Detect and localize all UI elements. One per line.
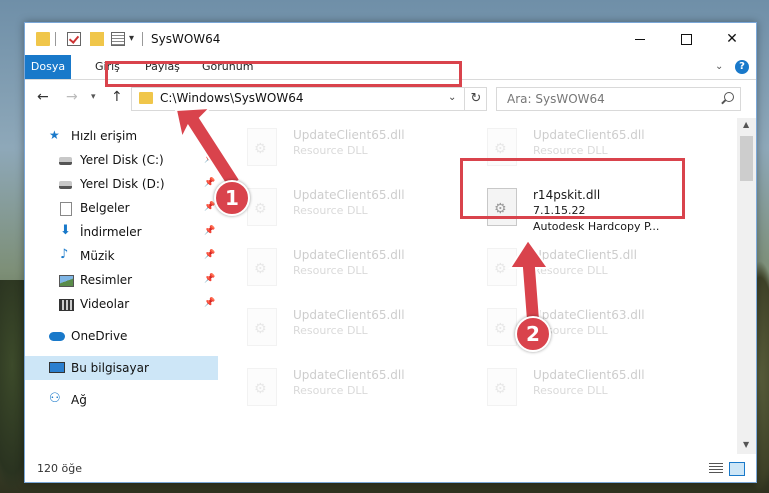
- step-badge-1: 1: [214, 180, 250, 216]
- arrow-to-file: [508, 238, 550, 321]
- arrow-to-address-bar: [174, 106, 242, 190]
- step-badge-2: 2: [515, 316, 551, 352]
- annotation-arrows: [174, 106, 550, 321]
